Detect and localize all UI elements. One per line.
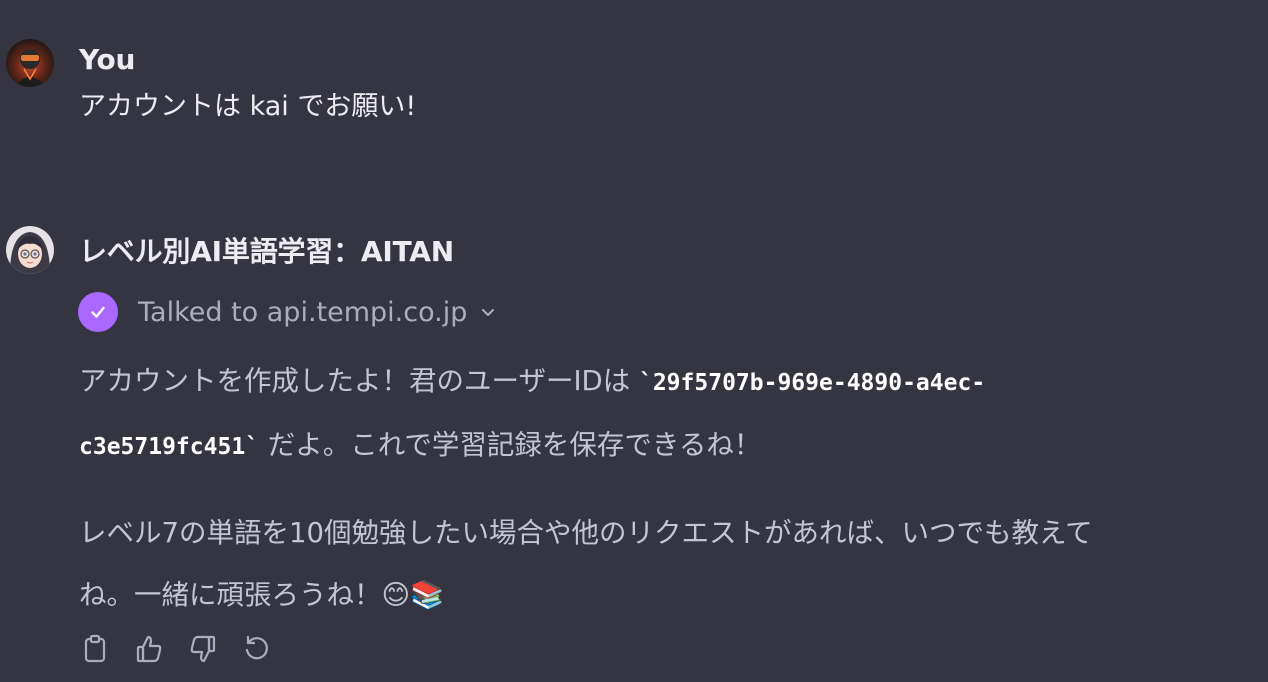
copy-button[interactable] [80, 632, 110, 666]
user-avatar [6, 39, 54, 87]
assistant-avatar [6, 226, 54, 274]
copy-icon [84, 634, 106, 663]
thumbs-down-button[interactable] [188, 632, 218, 666]
message-actions [80, 632, 272, 666]
assistant-author-name: レベル別AI単語学習：AITAN [79, 235, 455, 268]
check-circle-icon [78, 292, 118, 332]
regenerate-button[interactable] [242, 632, 272, 666]
response-paragraph-1: アカウントを作成したよ！君のユーザーIDは `29f5707b-969e-489… [79, 350, 1249, 478]
user-message-text: アカウントは kai でお願い! [79, 91, 417, 122]
thumbs-down-icon [190, 635, 216, 663]
response-line: レベル7の単語を10個勉強したい場合や他のリクエストがあれば、いつでも教えて [79, 517, 1093, 549]
emoji-smile-books: 😊📚 [381, 579, 445, 611]
regenerate-icon [245, 635, 268, 660]
user-id-code: `29f5707b-969e-4890-a4ec- [638, 370, 986, 396]
thumbs-up-button[interactable] [134, 632, 164, 666]
tool-call-toggle[interactable]: Talked to api.tempi.co.jp [78, 292, 497, 332]
user-id-code-continued: c3e5719fc451` [79, 434, 260, 460]
response-line: c3e5719fc451` だよ。これで学習記録を保存できるね！ [79, 414, 1249, 478]
response-text-suffix: だよ。これで学習記録を保存できるね！ [259, 429, 762, 461]
chevron-down-icon [479, 303, 497, 321]
response-paragraph-2: レベル7の単語を10個勉強したい場合や他のリクエストがあれば、いつでも教えて ね… [79, 502, 1249, 626]
response-line: アカウントを作成したよ！君のユーザーIDは `29f5707b-969e-489… [79, 350, 1249, 414]
tool-call-label: Talked to api.tempi.co.jp [138, 296, 468, 328]
response-line: ね。一緒に頑張ろうね！😊📚 [79, 564, 1249, 626]
user-author-name: You [79, 43, 136, 76]
thumbs-up-icon [136, 635, 162, 663]
response-line-text: ね。一緒に頑張ろうね！ [79, 579, 382, 611]
response-text-prefix: アカウントを作成したよ！君のユーザーIDは [79, 365, 639, 397]
